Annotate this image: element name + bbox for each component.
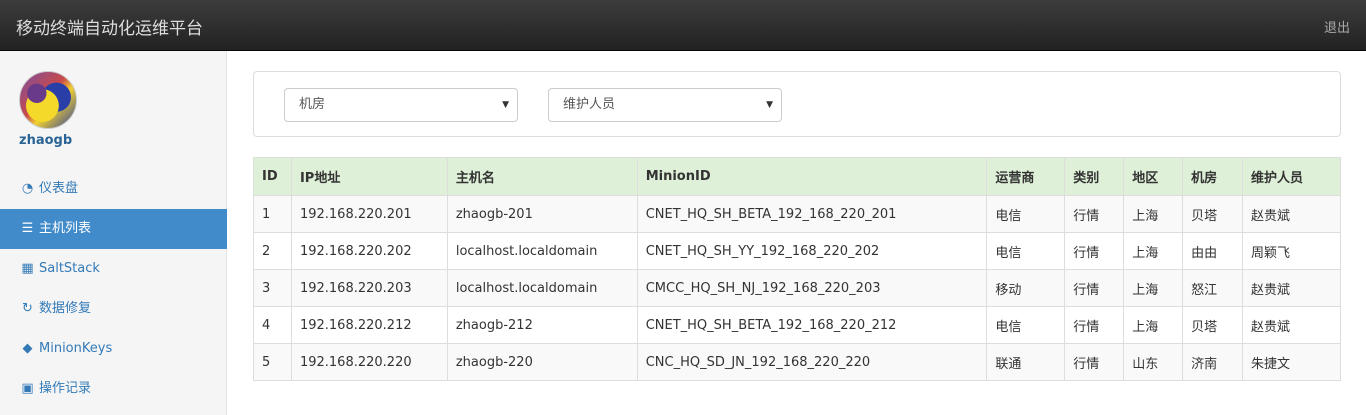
table-row: 3 192.168.220.203 localhost.localdomain … <box>253 269 1341 307</box>
table-cell: zhaogb-212 <box>446 306 638 344</box>
table-cell: 192.168.220.212 <box>290 306 448 344</box>
grid-icon: ▦ <box>21 261 34 276</box>
table-cell: 电信 <box>986 306 1066 344</box>
table-cell: 电信 <box>986 195 1066 233</box>
table-cell: 由由 <box>1182 232 1244 270</box>
table-cell: 3 <box>253 269 292 307</box>
table-header-row: ID IP地址 主机名 MinionID 运营商 类别 地区 机房 维护人员 <box>253 157 1341 196</box>
table-cell: 赵贵斌 <box>1242 195 1341 233</box>
column-header: 主机名 <box>446 157 638 196</box>
chevron-down-icon: ▼ <box>766 100 773 110</box>
table-cell: 贝塔 <box>1182 195 1244 233</box>
table-cell: 怒江 <box>1182 269 1244 307</box>
table-cell: 192.168.220.203 <box>290 269 448 307</box>
table-cell: 192.168.220.201 <box>290 195 448 233</box>
room-select-value: 机房 <box>299 97 326 112</box>
table-cell: 电信 <box>986 232 1066 270</box>
sidebar: zhaogb ◔ 仪表盘 ☰ 主机列表 ▦ SaltStack ↻ 数据修复 ◆ Mini… <box>0 51 227 415</box>
table-row: 5 192.168.220.220 zhaogb-220 CNC_HQ_SD_J… <box>253 343 1341 381</box>
table-cell: 1 <box>253 195 292 233</box>
sidebar-item-label: 仪表盘 <box>39 181 79 196</box>
list-icon: ☰ <box>21 221 34 236</box>
table-cell: CMCC_HQ_SH_NJ_192_168_220_203 <box>636 269 988 307</box>
table-cell: 山东 <box>1123 343 1184 381</box>
table-cell: 赵贵斌 <box>1242 269 1341 307</box>
table-cell: 行情 <box>1064 232 1125 270</box>
sidebar-item-label: 数据修复 <box>39 301 92 316</box>
host-table: ID IP地址 主机名 MinionID 运营商 类别 地区 机房 维护人员 1… <box>253 157 1341 381</box>
column-header: 运营商 <box>986 157 1066 196</box>
save-icon: ▣ <box>21 381 34 396</box>
username-link[interactable]: zhaogb <box>19 133 72 148</box>
table-cell: 赵贵斌 <box>1242 306 1341 344</box>
table-cell: 上海 <box>1123 195 1184 233</box>
table-row: 4 192.168.220.212 zhaogb-212 CNET_HQ_SH_… <box>253 306 1341 344</box>
table-cell: zhaogb-220 <box>446 343 638 381</box>
tags-icon: ◆ <box>22 341 33 356</box>
table-cell: 2 <box>253 232 292 270</box>
column-header: 维护人员 <box>1242 157 1341 196</box>
table-cell: 上海 <box>1123 232 1184 270</box>
column-header: 机房 <box>1182 157 1244 196</box>
table-cell: 移动 <box>986 269 1066 307</box>
table-cell: 贝塔 <box>1182 306 1244 344</box>
column-header: IP地址 <box>290 157 448 196</box>
column-header: 地区 <box>1123 157 1184 196</box>
sidebar-item-operation-log[interactable]: ▣ 操作记录 <box>0 369 227 409</box>
sidebar-item-label: MinionKeys <box>39 341 113 356</box>
table-cell: 4 <box>253 306 292 344</box>
column-header: ID <box>253 157 292 196</box>
filter-panel: 机房 ▼ 维护人员 ▼ <box>253 71 1341 137</box>
sidebar-item-data-repair[interactable]: ↻ 数据修复 <box>0 289 227 329</box>
table-cell: zhaogb-201 <box>446 195 638 233</box>
dashboard-icon: ◔ <box>21 181 34 196</box>
sidebar-item-label: 主机列表 <box>39 221 92 236</box>
logout-link[interactable]: 退出 <box>1324 17 1350 36</box>
table-cell: CNET_HQ_SH_BETA_192_168_220_201 <box>636 195 988 233</box>
table-cell: 联通 <box>986 343 1066 381</box>
table-cell: 行情 <box>1064 195 1125 233</box>
maintainer-select-value: 维护人员 <box>563 97 616 112</box>
table-cell: localhost.localdomain <box>446 269 638 307</box>
table-cell: 上海 <box>1123 306 1184 344</box>
sidebar-item-label: 操作记录 <box>39 381 92 396</box>
table-cell: 5 <box>253 343 292 381</box>
avatar[interactable] <box>19 71 77 129</box>
maintainer-select[interactable]: 维护人员 ▼ <box>548 88 782 122</box>
table-cell: 济南 <box>1182 343 1244 381</box>
table-cell: 行情 <box>1064 306 1125 344</box>
sidebar-item-minionkeys[interactable]: ◆ MinionKeys <box>0 329 227 369</box>
column-header: 类别 <box>1064 157 1125 196</box>
sidebar-item-host-list[interactable]: ☰ 主机列表 <box>0 209 227 249</box>
chevron-down-icon: ▼ <box>502 100 509 110</box>
table-cell: 上海 <box>1123 269 1184 307</box>
app-title[interactable]: 移动终端自动化运维平台 <box>16 14 203 39</box>
table-cell: 朱捷文 <box>1242 343 1341 381</box>
room-select[interactable]: 机房 ▼ <box>284 88 518 122</box>
column-header: MinionID <box>636 157 988 196</box>
table-cell: CNET_HQ_SH_BETA_192_168_220_212 <box>636 306 988 344</box>
table-cell: 192.168.220.220 <box>290 343 448 381</box>
table-cell: CNC_HQ_SD_JN_192_168_220_220 <box>636 343 988 381</box>
sidebar-item-dashboard[interactable]: ◔ 仪表盘 <box>0 169 227 209</box>
table-cell: 192.168.220.202 <box>290 232 448 270</box>
table-cell: 行情 <box>1064 343 1125 381</box>
refresh-icon: ↻ <box>22 301 33 316</box>
table-row: 1 192.168.220.201 zhaogb-201 CNET_HQ_SH_… <box>253 195 1341 233</box>
table-cell: localhost.localdomain <box>446 232 638 270</box>
table-cell: 行情 <box>1064 269 1125 307</box>
table-row: 2 192.168.220.202 localhost.localdomain … <box>253 232 1341 270</box>
sidebar-item-label: SaltStack <box>39 261 100 276</box>
table-cell: 周颖飞 <box>1242 232 1341 270</box>
sidebar-item-saltstack[interactable]: ▦ SaltStack <box>0 249 227 289</box>
top-navbar: 移动终端自动化运维平台 退出 <box>0 0 1366 51</box>
table-cell: CNET_HQ_SH_YY_192_168_220_202 <box>636 232 988 270</box>
